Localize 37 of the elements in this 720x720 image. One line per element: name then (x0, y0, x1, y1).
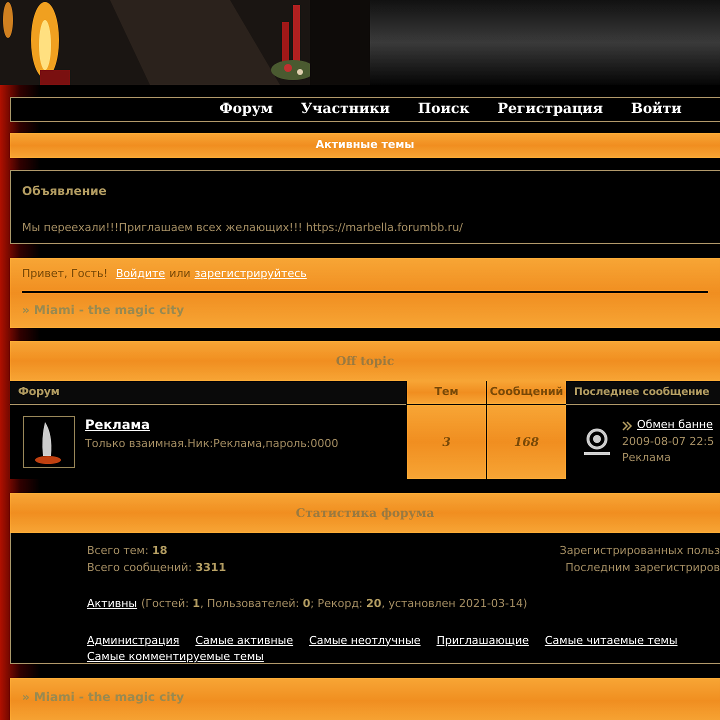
double-chevron-icon (622, 420, 633, 430)
column-header: Тем (406, 381, 486, 405)
nav-link[interactable]: Войти (631, 99, 682, 120)
post-count: 168 (486, 405, 566, 479)
column-header: Сообщений (486, 381, 566, 405)
topic-count: 3 (406, 405, 486, 479)
column-header: Форум (10, 381, 406, 405)
stats-link[interactable]: Самые неотлучные (309, 632, 421, 649)
stat-line: Зарегистрированных польз (560, 543, 720, 559)
online-stats: (Гостей: 1, Пользователей: 0; Рекорд: 20, установлен 2021-03-14) (141, 596, 528, 612)
forum-link[interactable]: Реклама (85, 416, 338, 436)
greeting-text: Привет, Гость! (22, 266, 108, 282)
post-date: 2009-08-07 22:5 (622, 434, 714, 450)
nav-link[interactable]: Поиск (418, 99, 470, 120)
nav-link[interactable]: Участники (300, 99, 390, 120)
stats-title: Статистика форума (296, 505, 434, 522)
stats-link[interactable]: Администрация (87, 632, 180, 649)
post-author: Реклама (622, 450, 672, 466)
online-link[interactable]: Активны (87, 596, 138, 612)
stat-line: Всего тем: 18 (87, 543, 168, 559)
stat-line: Последним зарегистриров (565, 560, 720, 576)
stat-line: Всего сообщений: 3311 (87, 560, 226, 576)
stats-link[interactable]: Самые комментируемые темы (87, 649, 264, 666)
stats-link[interactable]: Самые читаемые темы (544, 632, 678, 649)
announcement-title: Объявление (22, 183, 108, 200)
nav-link[interactable]: Регистрация (497, 99, 604, 120)
topic-link[interactable]: Обмен банне (637, 417, 713, 434)
nav-link[interactable]: Форум (219, 99, 273, 120)
stats-link[interactable]: Приглашающие (436, 632, 529, 649)
emblem-icon (582, 427, 612, 457)
announcement-text: Мы переехали!!!Приглашаем всех желающих!!! https://marbella.forumbb.ru/ (22, 220, 464, 236)
column-header: Последнее сообщение (566, 381, 720, 405)
forum-description: Только взаимная.Ник:Реклама,пароль:0000 (85, 436, 338, 452)
candle-icon (23, 416, 75, 468)
or-text: или (169, 266, 191, 282)
section-header: Активные темы (10, 133, 720, 158)
stats-link[interactable]: Самые активные (195, 632, 294, 649)
